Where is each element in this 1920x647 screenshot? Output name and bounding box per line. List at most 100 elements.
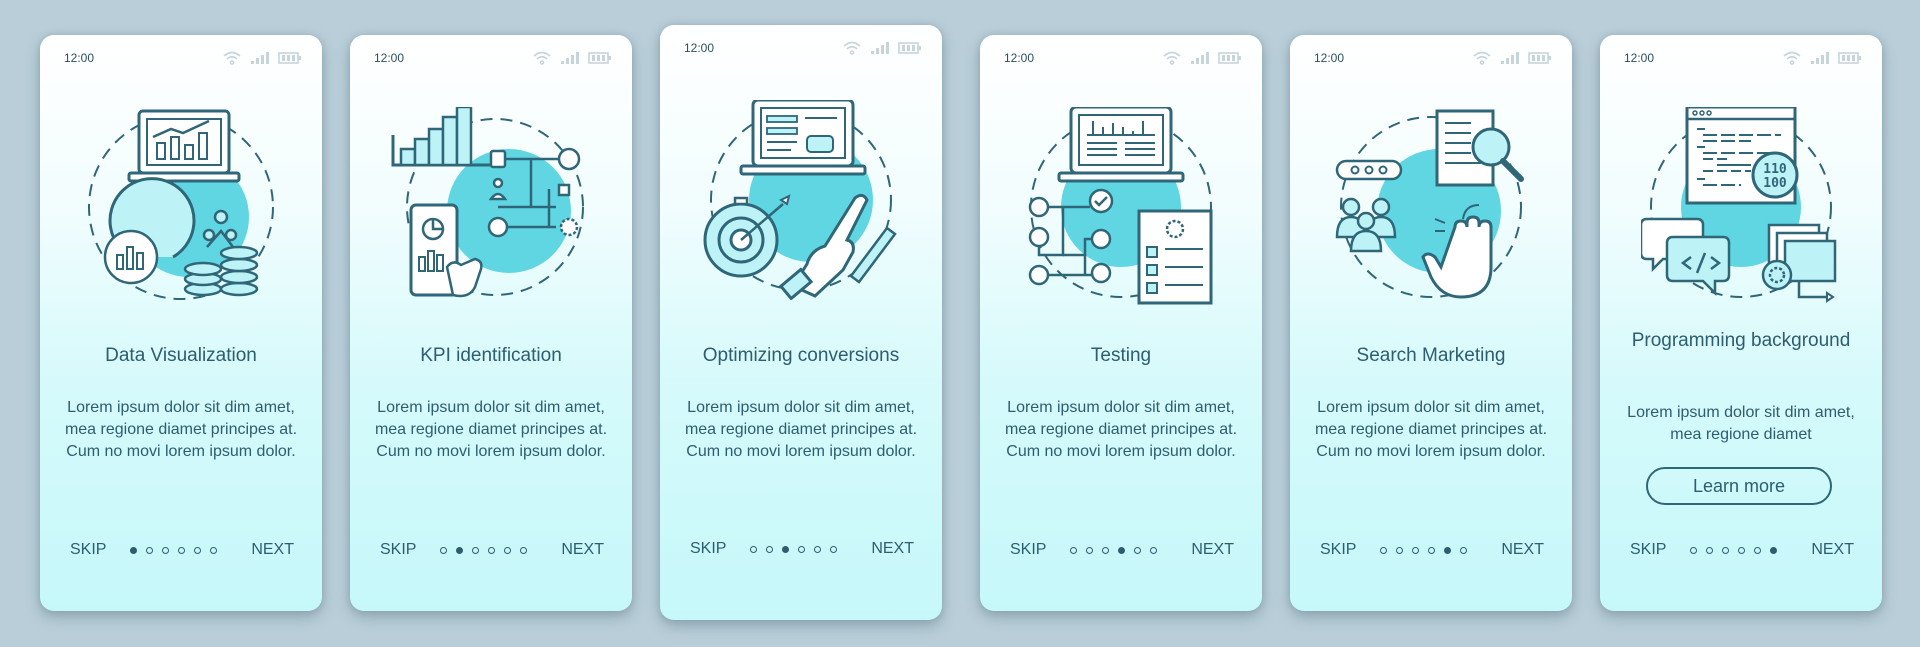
page-indicator — [1690, 547, 1777, 554]
page-dot[interactable] — [162, 547, 169, 554]
page-dot[interactable] — [1428, 547, 1435, 554]
testing-illustration — [1028, 107, 1213, 305]
page-dot[interactable] — [1102, 547, 1109, 554]
skip-button[interactable]: SKIP — [380, 541, 416, 559]
onboarding-screen-kpi-identification: 12:00 KPI identification Lorem ipsum dol… — [350, 35, 632, 611]
page-dot[interactable] — [1086, 547, 1093, 554]
page-dot[interactable] — [178, 547, 185, 554]
screen-description: Lorem ipsum dolor sit dim amet, mea regi… — [1314, 399, 1548, 460]
wifi-icon — [842, 41, 862, 55]
page-dot[interactable] — [1722, 547, 1729, 554]
status-bar: 12:00 — [374, 51, 612, 67]
battery-icon — [1838, 51, 1862, 65]
data-visualization-illustration — [88, 109, 274, 300]
skip-button[interactable]: SKIP — [1010, 541, 1046, 559]
next-button[interactable]: NEXT — [251, 541, 294, 559]
screen-title: Optimizing conversions — [702, 345, 900, 366]
screen-title: Search Marketing — [1356, 345, 1506, 366]
page-dot[interactable] — [1150, 547, 1157, 554]
status-time: 12:00 — [64, 51, 95, 65]
status-bar: 12:00 — [684, 41, 922, 57]
onboarding-screen-optimizing-conversions: 12:00 Optimizing conversions Lorem ipsum… — [660, 25, 942, 620]
page-dot[interactable] — [1706, 547, 1713, 554]
skip-button[interactable]: SKIP — [1320, 541, 1356, 559]
status-time: 12:00 — [1314, 51, 1345, 65]
page-indicator — [750, 546, 837, 553]
page-indicator — [1380, 547, 1467, 554]
page-dot[interactable] — [814, 546, 821, 553]
page-dot-active[interactable] — [1118, 547, 1125, 554]
screen-title: Data Visualization — [105, 345, 257, 366]
onboarding-screen-search-marketing: 12:00 Search Marketing Lorem ipsum dolor… — [1290, 35, 1572, 611]
page-dot[interactable] — [1412, 547, 1419, 554]
learn-more-button[interactable]: Learn more — [1646, 467, 1832, 505]
page-dot[interactable] — [1690, 547, 1697, 554]
wifi-icon — [532, 51, 552, 65]
battery-icon — [1528, 51, 1552, 65]
onboarding-nav: SKIP NEXT — [1320, 541, 1544, 561]
skip-button[interactable]: SKIP — [70, 541, 106, 559]
screen-description: Lorem ipsum dolor sit dim amet, mea regi… — [1627, 404, 1855, 443]
screen-title: Programming background — [1631, 330, 1851, 351]
search-marketing-illustration — [1335, 109, 1524, 299]
next-button[interactable]: NEXT — [871, 540, 914, 558]
page-indicator — [440, 547, 527, 554]
signal-icon — [1810, 51, 1830, 65]
next-button[interactable]: NEXT — [1191, 541, 1234, 559]
page-dot[interactable] — [766, 546, 773, 553]
onboarding-screen-data-visualization: 12:00 Data Visualization Lorem ipsum dol… — [40, 35, 322, 611]
page-dot[interactable] — [798, 546, 805, 553]
page-dot[interactable] — [210, 547, 217, 554]
page-dot[interactable] — [488, 547, 495, 554]
page-dot-active[interactable] — [1770, 547, 1777, 554]
page-dot[interactable] — [1134, 547, 1141, 554]
kpi-identification-illustration — [391, 107, 584, 298]
signal-icon — [1190, 51, 1210, 65]
signal-icon — [250, 51, 270, 65]
page-dot[interactable] — [1396, 547, 1403, 554]
page-dot[interactable] — [830, 546, 837, 553]
skip-button[interactable]: SKIP — [690, 540, 726, 558]
programming-background-illustration: 110 100 — [1641, 107, 1837, 303]
page-dot[interactable] — [1460, 547, 1467, 554]
page-dot[interactable] — [1754, 547, 1761, 554]
wifi-icon — [1782, 51, 1802, 65]
signal-icon — [1500, 51, 1520, 65]
page-dot-active[interactable] — [130, 547, 137, 554]
onboarding-screen-programming-background: 12:00 110 100 Programming background Lor… — [1600, 35, 1882, 611]
onboarding-nav: SKIP NEXT — [380, 541, 604, 561]
wifi-icon — [1162, 51, 1182, 65]
battery-icon — [898, 41, 922, 55]
wifi-icon — [1472, 51, 1492, 65]
next-button[interactable]: NEXT — [1501, 541, 1544, 559]
page-dot[interactable] — [440, 547, 447, 554]
page-dot[interactable] — [1738, 547, 1745, 554]
optimizing-conversions-illustration — [703, 100, 897, 300]
next-button[interactable]: NEXT — [1811, 541, 1854, 559]
wifi-icon — [222, 51, 242, 65]
signal-icon — [870, 41, 890, 55]
skip-button[interactable]: SKIP — [1630, 541, 1666, 559]
page-dot-active[interactable] — [782, 546, 789, 553]
page-dot[interactable] — [1380, 547, 1387, 554]
signal-icon — [560, 51, 580, 65]
screen-title: KPI identification — [420, 345, 562, 366]
onboarding-nav: SKIP NEXT — [1630, 541, 1854, 561]
page-dot[interactable] — [146, 547, 153, 554]
page-dot[interactable] — [750, 546, 757, 553]
next-button[interactable]: NEXT — [561, 541, 604, 559]
page-dot-active[interactable] — [1444, 547, 1451, 554]
page-dot[interactable] — [194, 547, 201, 554]
page-dot[interactable] — [520, 547, 527, 554]
svg-text:110: 110 — [1763, 162, 1787, 177]
status-time: 12:00 — [374, 51, 405, 65]
page-dot[interactable] — [504, 547, 511, 554]
page-dot[interactable] — [472, 547, 479, 554]
screen-title: Testing — [1090, 345, 1152, 366]
page-dot-active[interactable] — [456, 547, 463, 554]
page-indicator — [1070, 547, 1157, 554]
onboarding-nav: SKIP NEXT — [1010, 541, 1234, 561]
page-dot[interactable] — [1070, 547, 1077, 554]
onboarding-nav: SKIP NEXT — [70, 541, 294, 561]
status-bar: 12:00 — [1624, 51, 1862, 67]
